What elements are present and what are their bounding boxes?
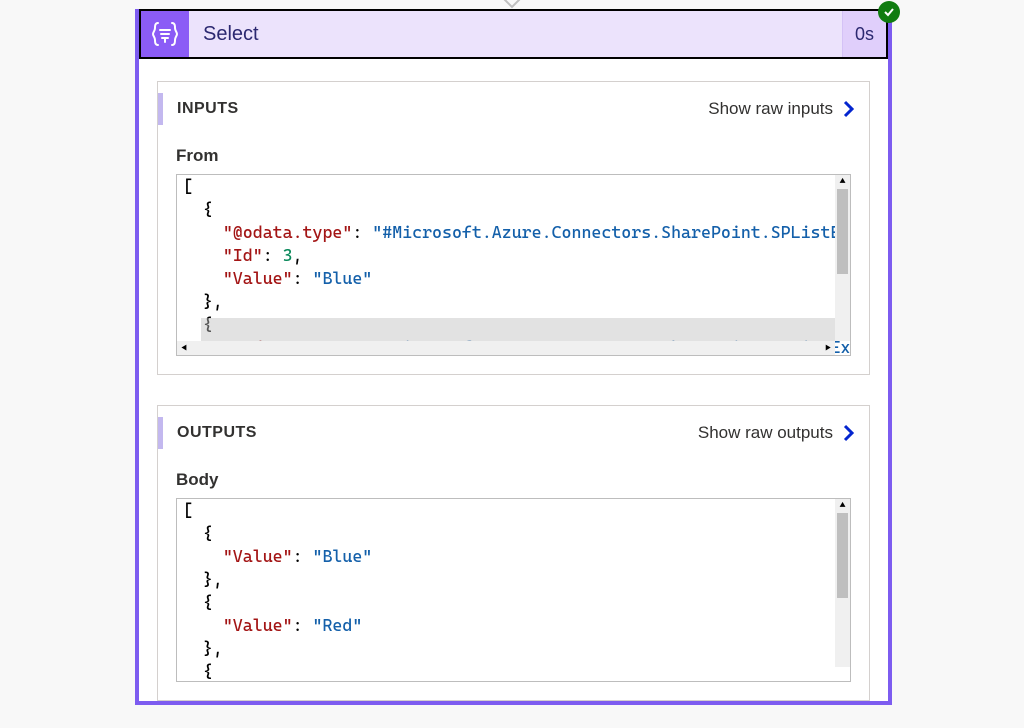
inputs-title: INPUTS [177, 100, 239, 118]
scrollbar-vertical[interactable]: ▲ [835, 175, 850, 341]
scroll-thumb[interactable] [837, 189, 848, 274]
outputs-json-editor[interactable]: [ { "Value": "Blue" }, { "Value": "Red" … [176, 498, 851, 682]
chevron-right-icon[interactable] [839, 423, 859, 443]
body-label: Body [176, 470, 851, 490]
show-raw-inputs-link[interactable]: Show raw inputs [708, 99, 833, 119]
scroll-left-icon[interactable]: ◀ [177, 337, 191, 357]
selection-highlight [201, 318, 835, 341]
outputs-title: OUTPUTS [177, 424, 257, 442]
outputs-panel: OUTPUTS Show raw outputs Body [ { "Value… [157, 405, 870, 701]
accent-stripe [158, 417, 163, 449]
json-lines: [ { "Value": "Blue" }, { "Value": "Red" … [177, 499, 850, 682]
scrollbar-vertical[interactable]: ▲ [835, 499, 850, 667]
chevron-right-icon[interactable] [839, 99, 859, 119]
from-label: From [176, 146, 851, 166]
scroll-up-icon[interactable]: ▲ [835, 175, 850, 189]
scroll-thumb[interactable] [837, 513, 848, 598]
scrollbar-horizontal[interactable]: ◀ ▶ [177, 341, 835, 355]
inputs-json-editor[interactable]: [ { "@odata.type": "#Microsoft.Azure.Con… [176, 174, 851, 356]
success-badge-icon [878, 1, 900, 23]
scroll-up-icon[interactable]: ▲ [835, 499, 850, 513]
show-raw-outputs-link[interactable]: Show raw outputs [698, 423, 833, 443]
card-header[interactable]: Select 0s [139, 9, 888, 59]
scroll-right-icon[interactable]: ▶ [821, 337, 835, 357]
select-action-icon [141, 11, 189, 57]
action-title: Select [189, 11, 842, 57]
accent-stripe [158, 93, 163, 125]
inputs-panel: INPUTS Show raw inputs From [ { "@odata.… [157, 81, 870, 375]
action-card: Select 0s INPUTS Show raw inputs [135, 9, 892, 705]
